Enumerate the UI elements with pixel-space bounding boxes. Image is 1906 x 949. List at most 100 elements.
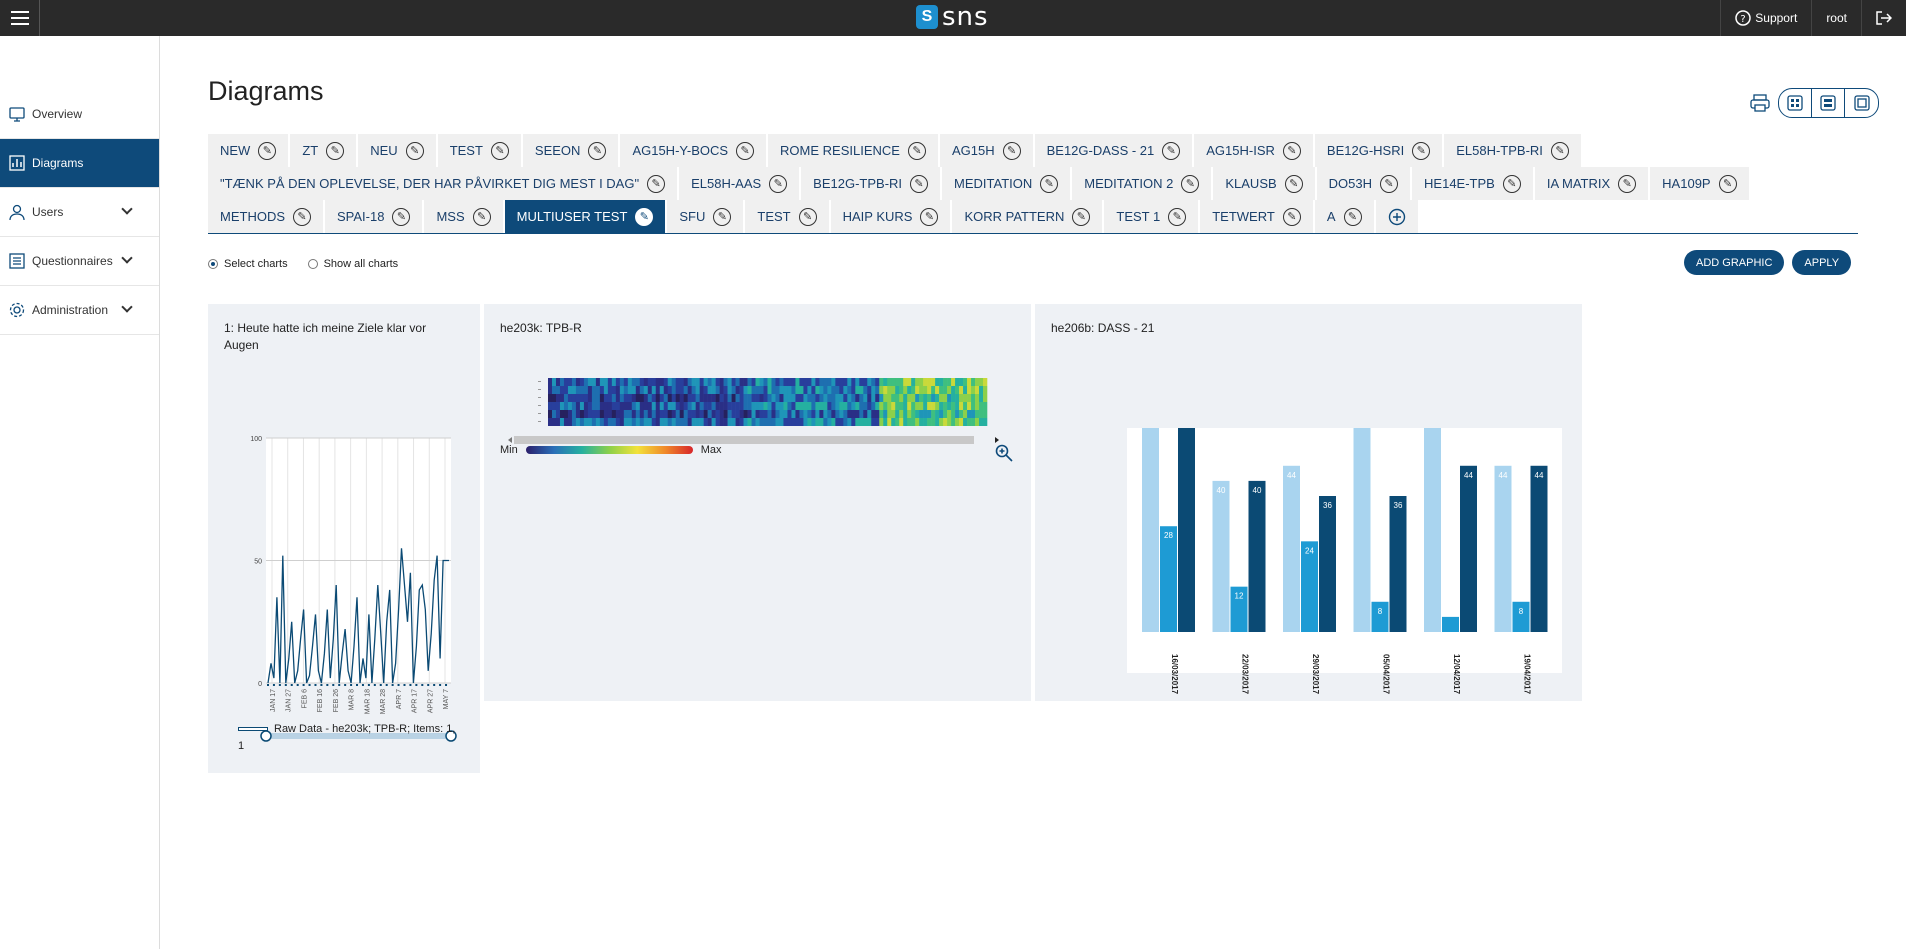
tab-item[interactable]: DO53H ✎ bbox=[1316, 167, 1413, 200]
sidebar-item-diagrams[interactable]: Diagrams bbox=[0, 139, 159, 188]
edit-icon[interactable]: ✎ bbox=[1168, 207, 1187, 226]
edit-icon[interactable]: ✎ bbox=[472, 207, 491, 226]
edit-icon[interactable]: ✎ bbox=[713, 207, 732, 226]
tab-item[interactable]: BE12G-HSRI ✎ bbox=[1314, 134, 1445, 167]
edit-icon[interactable]: ✎ bbox=[1072, 207, 1091, 226]
tab-item[interactable]: EL58H-TPB-RI ✎ bbox=[1444, 134, 1583, 167]
edit-icon[interactable]: ✎ bbox=[490, 141, 509, 160]
tab-item[interactable]: AG15H-Y-BOCS ✎ bbox=[620, 134, 769, 167]
tab-item[interactable]: MSS ✎ bbox=[424, 200, 505, 233]
tab-item[interactable]: TEST ✎ bbox=[745, 200, 831, 233]
tab-item[interactable]: KLAUSB ✎ bbox=[1213, 167, 1317, 200]
tab-item[interactable]: ROME RESILIENCE ✎ bbox=[768, 134, 940, 167]
sidebar-item-administration[interactable]: Administration bbox=[0, 286, 159, 335]
edit-icon[interactable]: ✎ bbox=[1380, 174, 1399, 193]
heatmap-cell bbox=[559, 410, 565, 418]
tab-item[interactable]: HE14E-TPB ✎ bbox=[1412, 167, 1535, 200]
add-tab-button[interactable] bbox=[1375, 200, 1420, 233]
apply-button[interactable]: APPLY bbox=[1792, 250, 1852, 275]
edit-icon[interactable]: ✎ bbox=[635, 207, 654, 226]
edit-icon[interactable]: ✎ bbox=[1282, 207, 1301, 226]
tab-item[interactable]: MEDITATION 2 ✎ bbox=[1072, 167, 1214, 200]
show-all-radio[interactable]: Show all charts bbox=[307, 258, 398, 270]
edit-icon[interactable]: ✎ bbox=[1002, 141, 1021, 160]
heatmap-cell bbox=[851, 394, 856, 402]
heatmap-cell bbox=[919, 410, 924, 418]
tab-item[interactable]: BE12G-DASS - 21 ✎ bbox=[1034, 134, 1195, 167]
tab-item[interactable]: "TÆNK PÅ DEN OPLEVELSE, DER HAR PÅVIRKET… bbox=[208, 167, 680, 200]
edit-icon[interactable]: ✎ bbox=[736, 141, 755, 160]
tab-item[interactable]: HAIP KURS ✎ bbox=[830, 200, 953, 233]
tab-item[interactable]: BE12G-TPB-RI ✎ bbox=[801, 167, 943, 200]
tab-item[interactable]: AG15H-ISR ✎ bbox=[1194, 134, 1315, 167]
tab-item[interactable]: NEW ✎ bbox=[208, 134, 291, 167]
horizontal-scrollbar[interactable] bbox=[514, 436, 974, 444]
sidebar-item-overview[interactable]: Overview bbox=[0, 90, 159, 139]
chevron-down-icon[interactable] bbox=[121, 252, 133, 264]
heatmap-cell bbox=[867, 410, 872, 418]
heatmap-cell bbox=[667, 418, 673, 426]
edit-icon[interactable]: ✎ bbox=[1162, 141, 1181, 160]
edit-icon[interactable]: ✎ bbox=[910, 174, 929, 193]
sidebar-item-users[interactable]: Users bbox=[0, 188, 159, 237]
edit-icon[interactable]: ✎ bbox=[1550, 141, 1569, 160]
chevron-down-icon[interactable] bbox=[121, 203, 133, 215]
edit-icon[interactable]: ✎ bbox=[920, 207, 939, 226]
tab-item[interactable]: IA MATRIX ✎ bbox=[1534, 167, 1651, 200]
edit-icon[interactable]: ✎ bbox=[769, 174, 788, 193]
edit-icon[interactable]: ✎ bbox=[907, 141, 926, 160]
tab-item[interactable]: TEST 1 ✎ bbox=[1104, 200, 1201, 233]
tab-item[interactable]: TETWERT ✎ bbox=[1200, 200, 1315, 233]
edit-icon[interactable]: ✎ bbox=[1282, 141, 1301, 160]
x-tick-label: MAY 7 bbox=[443, 689, 450, 709]
tab-item[interactable]: KORR PATTERN ✎ bbox=[952, 200, 1105, 233]
zoom-in-icon[interactable] bbox=[995, 444, 1013, 462]
edit-icon[interactable]: ✎ bbox=[1618, 174, 1637, 193]
print-icon[interactable] bbox=[1750, 94, 1770, 112]
grid-view-button[interactable] bbox=[1779, 89, 1812, 117]
chevron-down-icon[interactable] bbox=[121, 301, 133, 313]
tab-item[interactable]: HA109P ✎ bbox=[1650, 167, 1751, 200]
edit-icon[interactable]: ✎ bbox=[405, 141, 424, 160]
edit-icon[interactable]: ✎ bbox=[647, 174, 666, 193]
tab-item[interactable]: METHODS ✎ bbox=[208, 200, 325, 233]
edit-icon[interactable]: ✎ bbox=[1343, 207, 1362, 226]
tab-item[interactable]: EL58H-AAS ✎ bbox=[679, 167, 802, 200]
edit-icon[interactable]: ✎ bbox=[1718, 174, 1737, 193]
edit-icon[interactable]: ✎ bbox=[258, 141, 277, 160]
edit-icon[interactable]: ✎ bbox=[1502, 174, 1521, 193]
tab-item[interactable]: MULTIUSER TEST ✎ bbox=[504, 200, 668, 233]
heatmap-cell bbox=[623, 386, 629, 394]
select-charts-radio[interactable]: Select charts bbox=[208, 258, 288, 270]
tab-item[interactable]: AG15H ✎ bbox=[939, 134, 1035, 167]
menu-icon[interactable] bbox=[0, 0, 40, 36]
edit-icon[interactable]: ✎ bbox=[293, 207, 311, 226]
tab-item[interactable]: NEU ✎ bbox=[358, 134, 438, 167]
edit-icon[interactable]: ✎ bbox=[798, 207, 817, 226]
scroll-left-icon[interactable] bbox=[508, 437, 512, 443]
edit-icon[interactable]: ✎ bbox=[1412, 141, 1431, 160]
edit-icon[interactable]: ✎ bbox=[392, 207, 411, 226]
tab-item[interactable]: SEEON ✎ bbox=[522, 134, 621, 167]
edit-icon[interactable]: ✎ bbox=[1040, 174, 1059, 193]
tab-item[interactable]: A ✎ bbox=[1314, 200, 1376, 233]
logout-button[interactable] bbox=[1861, 0, 1906, 36]
tab-item[interactable]: TEST ✎ bbox=[437, 134, 523, 167]
tab-item[interactable]: ZT ✎ bbox=[290, 134, 359, 167]
tab-label: TEST bbox=[757, 209, 791, 224]
edit-icon[interactable]: ✎ bbox=[588, 141, 607, 160]
edit-icon[interactable]: ✎ bbox=[1181, 174, 1200, 193]
tab-item[interactable]: SFU ✎ bbox=[667, 200, 746, 233]
scroll-right-icon[interactable] bbox=[995, 437, 999, 443]
logo: S sns bbox=[916, 4, 989, 30]
list-view-button[interactable] bbox=[1812, 89, 1845, 117]
sidebar-item-questionnaires[interactable]: Questionnaires bbox=[0, 237, 159, 286]
tab-item[interactable]: MEDITATION ✎ bbox=[942, 167, 1073, 200]
edit-icon[interactable]: ✎ bbox=[1284, 174, 1303, 193]
user-menu[interactable]: root bbox=[1811, 0, 1861, 36]
add-graphic-button[interactable]: ADD GRAPHIC bbox=[1684, 250, 1785, 275]
support-link[interactable]: ? Support bbox=[1720, 0, 1811, 36]
edit-icon[interactable]: ✎ bbox=[326, 141, 345, 160]
single-view-button[interactable] bbox=[1845, 89, 1878, 117]
tab-item[interactable]: SPAI-18 ✎ bbox=[325, 200, 425, 233]
